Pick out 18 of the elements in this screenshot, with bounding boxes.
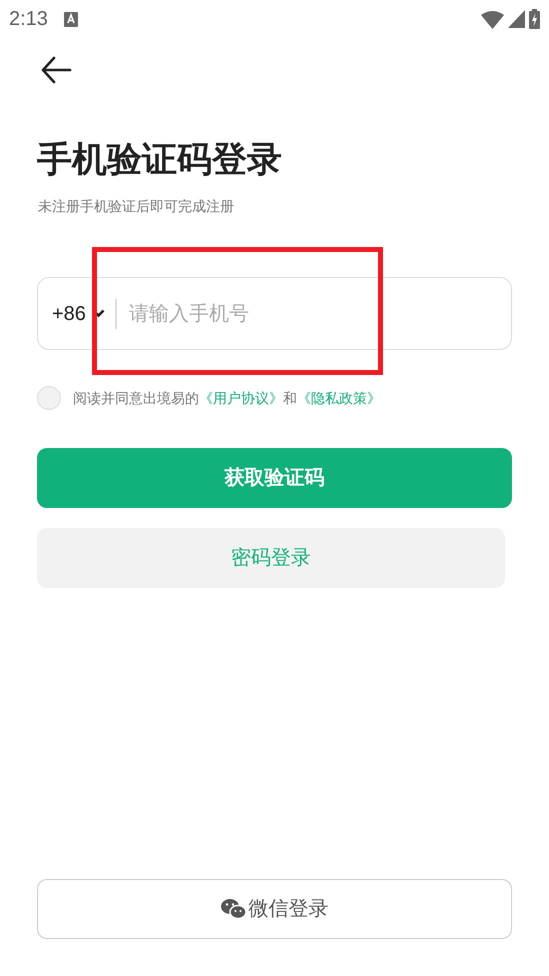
country-code[interactable]: +86 [52, 298, 86, 328]
privacy-policy-link[interactable]: 《隐私政策》 [297, 390, 381, 406]
consent-checkbox[interactable] [37, 386, 61, 410]
password-login-button[interactable]: 密码登录 [37, 528, 505, 588]
battery-icon [529, 9, 540, 29]
chat-bubbles-icon [220, 898, 246, 920]
page-title: 手机验证码登录 [37, 139, 283, 181]
phone-field[interactable]: +86 请输入手机号 [37, 277, 512, 350]
wifi-icon [481, 10, 504, 28]
subtitle: 未注册手机验证后即可完成注册 [38, 197, 235, 216]
consent-text: 阅读并同意出境易的《用户协议》和《隐私政策》 [73, 388, 381, 408]
signal-icon [508, 10, 525, 28]
get-code-button[interactable]: 获取验证码 [37, 448, 512, 508]
wechat-login-button[interactable]: 微信登录 [37, 879, 512, 939]
keyboard-status-icon [64, 12, 78, 26]
clock: 2:13 [9, 7, 48, 32]
user-agreement-link[interactable]: 《用户协议》 [199, 390, 283, 406]
back-arrow-icon [40, 56, 72, 84]
